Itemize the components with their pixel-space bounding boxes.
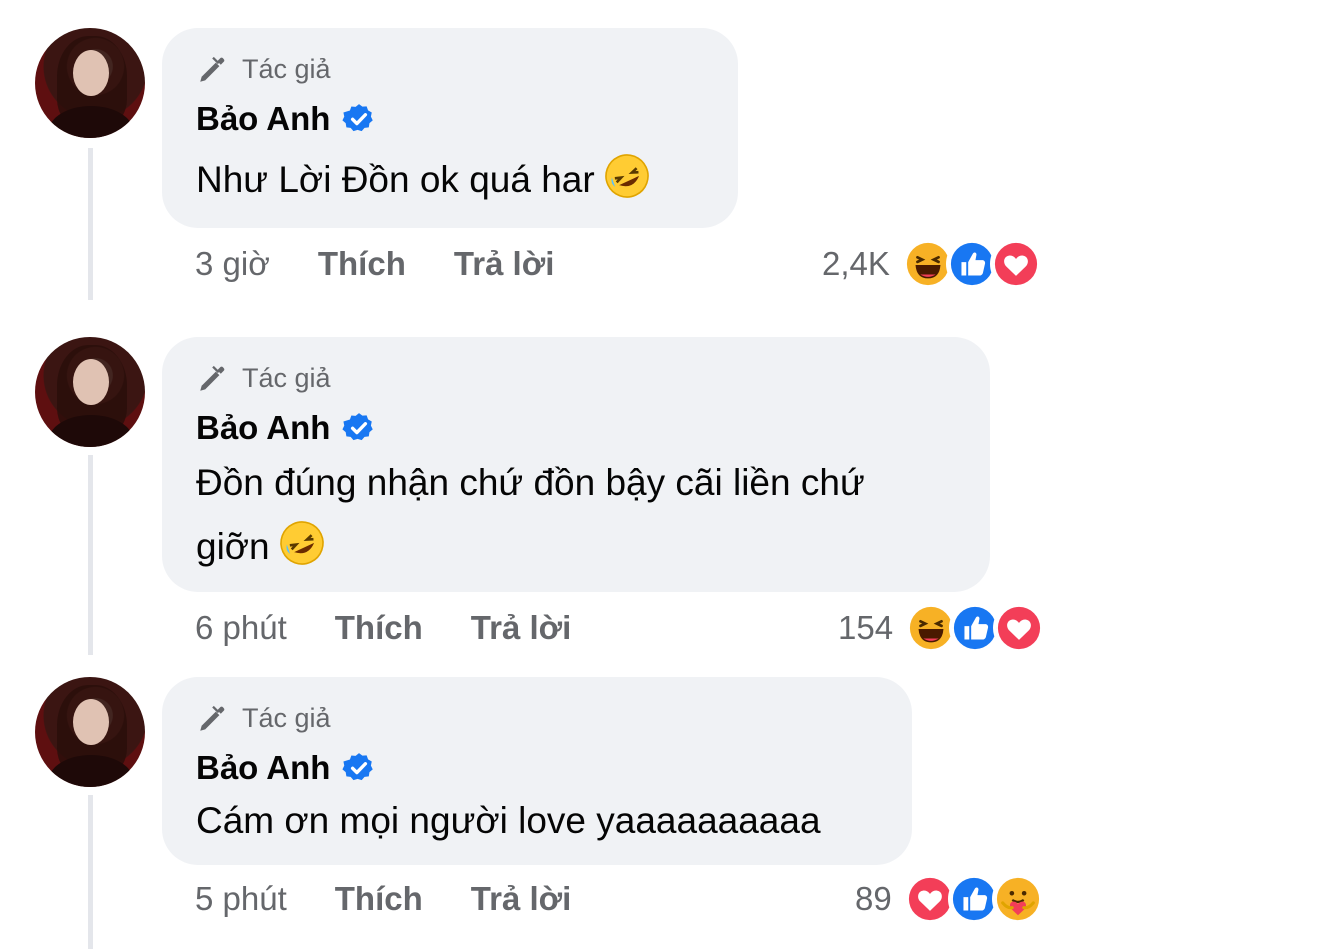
comment-bubble: Tác giả Bảo Anh Như Lời Đồn ok quá har <box>162 28 738 228</box>
like-link[interactable]: Thích <box>335 880 423 918</box>
reply-link[interactable]: Trả lời <box>454 245 555 283</box>
thread-line <box>88 455 93 655</box>
avatar[interactable] <box>35 28 145 138</box>
thread-line <box>88 148 93 300</box>
author-tag: Tác giả <box>196 52 331 86</box>
author-tag: Tác giả <box>196 701 331 735</box>
author-tag: Tác giả <box>196 361 331 395</box>
verified-badge-icon <box>342 102 376 136</box>
author-tag-label: Tác giả <box>242 362 331 393</box>
pen-icon <box>196 361 230 395</box>
comment-meta: 6 phút Thích Trả lời <box>195 609 619 647</box>
comment-text: Như Lời Đồn ok quá har <box>196 148 651 212</box>
thread-line <box>88 795 93 949</box>
reaction-summary[interactable]: 154 <box>838 602 1046 654</box>
comment-meta: 5 phút Thích Trả lời <box>195 880 619 918</box>
comment-text-line: Đồn đúng nhận chứ đồn bậy cãi liền chứ <box>196 462 865 503</box>
avatar[interactable] <box>35 337 145 447</box>
commenter-name[interactable]: Bảo Anh <box>196 100 376 138</box>
comment-text-line: giỡn <box>196 526 270 567</box>
rolling-laughing-emoji-icon <box>603 152 651 200</box>
commenter-name-label[interactable]: Bảo Anh <box>196 749 330 787</box>
timestamp[interactable]: 3 giờ <box>195 245 270 283</box>
rolling-laughing-emoji-icon <box>278 519 326 567</box>
reaction-summary[interactable]: 2,4K <box>822 238 1042 290</box>
comment-text: Đồn đúng nhận chứ đồn bậy cãi liền chứ g… <box>196 451 865 579</box>
avatar[interactable] <box>35 677 145 787</box>
comment-text-line: Cám ơn mọi người love yaaaaaaaaaa <box>196 800 821 841</box>
reaction-count: 89 <box>855 880 892 917</box>
author-tag-label: Tác giả <box>242 702 331 733</box>
love-icon <box>989 238 1042 290</box>
verified-badge-icon <box>342 411 376 445</box>
pen-icon <box>196 52 230 86</box>
reply-link[interactable]: Trả lời <box>471 880 572 918</box>
comment-text: Cám ơn mọi người love yaaaaaaaaaa <box>196 789 821 853</box>
care-icon <box>991 873 1044 925</box>
reply-link[interactable]: Trả lời <box>471 609 572 647</box>
reaction-summary[interactable]: 89 <box>855 873 1044 925</box>
commenter-name[interactable]: Bảo Anh <box>196 409 376 447</box>
pen-icon <box>196 701 230 735</box>
reaction-count: 154 <box>838 609 894 646</box>
commenter-name[interactable]: Bảo Anh <box>196 749 376 787</box>
timestamp[interactable]: 6 phút <box>195 609 287 647</box>
comment-bubble: Tác giả Bảo Anh Cám ơn mọi người love ya… <box>162 677 912 865</box>
author-tag-label: Tác giả <box>242 53 331 84</box>
like-link[interactable]: Thích <box>318 245 406 283</box>
comment-meta: 3 giờ Thích Trả lời <box>195 245 602 283</box>
reaction-count: 2,4K <box>822 245 890 282</box>
commenter-name-label[interactable]: Bảo Anh <box>196 409 330 447</box>
comment-bubble: Tác giả Bảo Anh Đồn đúng nhận chứ đồn bậ… <box>162 337 990 592</box>
timestamp[interactable]: 5 phút <box>195 880 287 918</box>
love-icon <box>993 602 1046 654</box>
comment-text-line: Như Lời Đồn ok quá har <box>196 159 595 200</box>
commenter-name-label[interactable]: Bảo Anh <box>196 100 330 138</box>
like-link[interactable]: Thích <box>335 609 423 647</box>
verified-badge-icon <box>342 751 376 785</box>
